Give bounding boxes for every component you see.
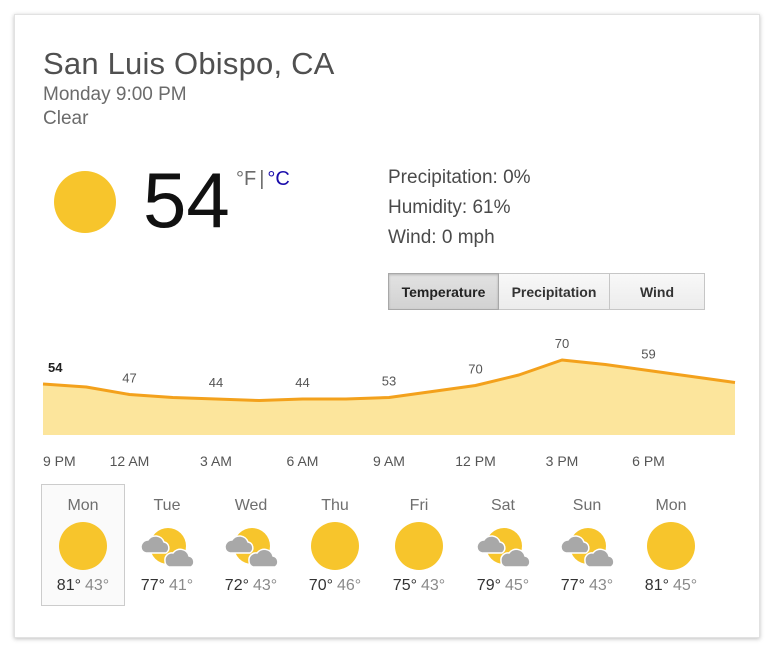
forecast-low: 43° xyxy=(421,577,446,594)
chart-x-tick-label: 9 PM xyxy=(43,453,76,469)
forecast-temps: 77° 41° xyxy=(126,577,208,595)
forecast-day-name: Mon xyxy=(655,497,687,514)
forecast-low: 45° xyxy=(505,577,530,594)
unit-toggle: °F | °C xyxy=(236,168,290,191)
forecast-day-name: Mon xyxy=(67,497,99,514)
tab-temperature[interactable]: Temperature xyxy=(388,273,499,310)
forecast-high: 70° xyxy=(308,577,333,594)
forecast-temps: 79° 45° xyxy=(462,577,544,595)
forecast-low: 43° xyxy=(85,577,110,594)
forecast-day-name: Fri xyxy=(409,497,429,514)
forecast-low: 43° xyxy=(589,577,614,594)
forecast-high: 81° xyxy=(56,577,81,594)
partly-cloudy-icon xyxy=(224,528,279,568)
sun-icon xyxy=(54,171,116,233)
chart-value-label: 53 xyxy=(382,374,396,389)
chart-x-tick-label: 3 AM xyxy=(200,453,232,469)
chart-value-label: 47 xyxy=(122,371,136,386)
forecast-high: 77° xyxy=(560,577,585,594)
chart-value-label: 70 xyxy=(468,362,482,377)
forecast-day[interactable]: Wed 72° 43° xyxy=(209,484,293,606)
current-temperature: 54 xyxy=(143,156,230,244)
chart-x-tick-label: 12 PM xyxy=(455,453,495,469)
forecast-day-name: Sun xyxy=(572,497,602,514)
tab-precipitation[interactable]: Precipitation xyxy=(499,273,610,310)
partly-cloudy-icon xyxy=(560,528,615,568)
forecast-low: 41° xyxy=(169,577,194,594)
partly-cloudy-icon xyxy=(140,528,195,568)
forecast-day-name: Tue xyxy=(153,497,181,514)
weather-card: San Luis Obispo, CA Monday 9:00 PM Clear… xyxy=(14,14,760,638)
forecast-temps: 81° 45° xyxy=(630,577,712,595)
chart-tabs: Temperature Precipitation Wind xyxy=(388,273,705,310)
forecast-temps: 72° 43° xyxy=(210,577,292,595)
forecast-day[interactable]: Mon 81° 43° xyxy=(41,484,125,606)
precipitation-text: Precipitation: 0% xyxy=(388,167,531,188)
forecast-days: Mon 81° 43° Tue 77° 41° Wed 72° 43° Thu 70° 46° Fr… xyxy=(41,484,713,606)
forecast-day[interactable]: Sat 79° 45° xyxy=(461,484,545,606)
weather-details: Precipitation: 0% Humidity: 61% Wind: 0 … xyxy=(388,163,531,253)
sun-icon xyxy=(647,522,695,570)
chart-value-label: 54 xyxy=(48,360,63,375)
chart-x-tick-label: 9 AM xyxy=(373,453,405,469)
chart-value-label: 44 xyxy=(209,375,223,390)
forecast-temps: 75° 43° xyxy=(378,577,460,595)
forecast-high: 77° xyxy=(140,577,165,594)
forecast-day-name: Sat xyxy=(490,497,515,514)
chart-x-tick-label: 12 AM xyxy=(110,453,150,469)
forecast-high: 75° xyxy=(392,577,417,594)
temperature-chart-svg: 54 47 44 44 53 70 70 59 9 PM 12 AM 3 AM 6 AM 9 AM 12 … xyxy=(42,336,736,469)
tab-wind[interactable]: Wind xyxy=(610,273,705,310)
wind-text: Wind: 0 mph xyxy=(388,227,495,248)
forecast-temps: 81° 43° xyxy=(42,577,124,595)
forecast-low: 46° xyxy=(337,577,362,594)
forecast-day[interactable]: Fri 75° 43° xyxy=(377,484,461,606)
chart-x-tick-label: 6 PM xyxy=(632,453,665,469)
sun-icon xyxy=(311,522,359,570)
chart-x-tick-label: 6 AM xyxy=(287,453,319,469)
forecast-day[interactable]: Sun 77° 43° xyxy=(545,484,629,606)
forecast-high: 79° xyxy=(476,577,501,594)
chart-x-tick-label: 3 PM xyxy=(546,453,579,469)
unit-separator: | xyxy=(259,168,265,190)
humidity-text: Humidity: 61% xyxy=(388,197,511,218)
sun-icon xyxy=(59,522,107,570)
chart-value-label: 44 xyxy=(295,375,309,390)
forecast-day[interactable]: Tue 77° 41° xyxy=(125,484,209,606)
unit-celsius-link[interactable]: °C xyxy=(267,168,289,190)
forecast-day-name: Thu xyxy=(321,497,349,514)
forecast-day-name: Wed xyxy=(234,497,268,514)
forecast-high: 81° xyxy=(644,577,669,594)
unit-fahrenheit: °F xyxy=(236,168,257,190)
forecast-day[interactable]: Mon 81° 45° xyxy=(629,484,713,606)
forecast-low: 45° xyxy=(673,577,698,594)
forecast-high: 72° xyxy=(224,577,249,594)
forecast-day[interactable]: Thu 70° 46° xyxy=(293,484,377,606)
temperature-chart: 54 47 44 44 53 70 70 59 9 PM 12 AM 3 AM 6 AM 9 AM 12 … xyxy=(42,336,736,485)
chart-value-label: 59 xyxy=(641,347,655,362)
partly-cloudy-icon xyxy=(476,528,531,568)
datetime: Monday 9:00 PM xyxy=(43,84,187,105)
condition: Clear xyxy=(43,108,89,129)
chart-value-label: 70 xyxy=(555,336,569,351)
forecast-low: 43° xyxy=(253,577,278,594)
forecast-temps: 77° 43° xyxy=(546,577,628,595)
sun-icon xyxy=(395,522,443,570)
location-title: San Luis Obispo, CA xyxy=(43,46,335,81)
forecast-temps: 70° 46° xyxy=(294,577,376,595)
